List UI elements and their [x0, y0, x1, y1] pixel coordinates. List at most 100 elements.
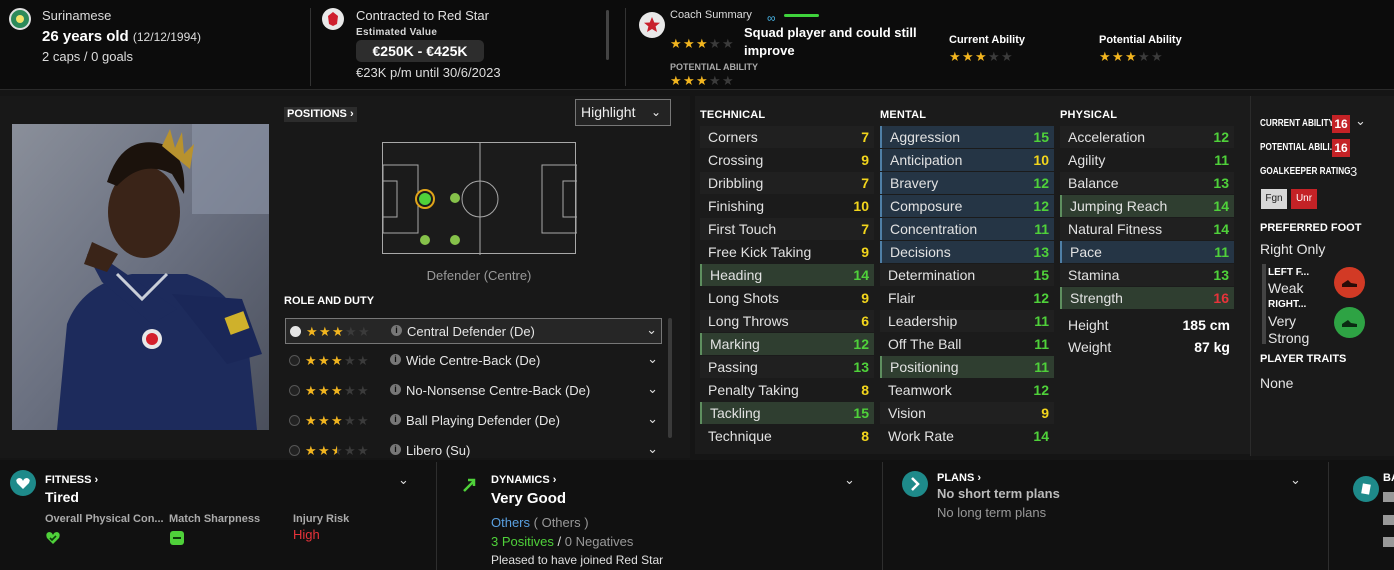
attribute-name: First Touch	[708, 221, 777, 237]
attribute-row-technical[interactable]: Technique 8	[700, 425, 874, 447]
position-dm-marker[interactable]	[450, 193, 460, 203]
attribute-row-mental[interactable]: Concentration 11	[880, 218, 1054, 240]
attribute-row-mental[interactable]: Work Rate 14	[880, 425, 1054, 447]
position-name: Defender (Centre)	[426, 268, 532, 283]
info-icon[interactable]: i	[391, 325, 402, 336]
info-icon[interactable]: i	[390, 444, 401, 455]
foreign-toggle-button[interactable]: Fgn	[1261, 189, 1287, 209]
chevron-down-icon[interactable]: ⌄	[1355, 113, 1366, 129]
attribute-value: 11	[1034, 221, 1049, 237]
attribute-row-technical[interactable]: Passing 13	[700, 356, 874, 378]
role-radio[interactable]	[289, 385, 300, 396]
position-dr-marker[interactable]	[420, 235, 430, 245]
attribute-row-technical[interactable]: Dribbling 7	[700, 172, 874, 194]
attribute-row-mental[interactable]: Leadership 11	[880, 310, 1054, 332]
plans-title[interactable]: PLANS ›	[937, 472, 981, 484]
attribute-value: 11	[1214, 244, 1229, 260]
chevron-down-icon[interactable]: ⌄	[647, 351, 658, 367]
role-row[interactable]: ★ ★ ★ ★ ★ i Central Defender (De) ⌄	[285, 318, 662, 344]
attribute-row-mental[interactable]: Vision 9	[880, 402, 1054, 424]
attribute-value: 13	[1033, 244, 1049, 260]
natural-position-dc-marker[interactable]	[415, 189, 435, 209]
attribute-row-mental[interactable]: Composure 12	[880, 195, 1054, 217]
attribute-row-technical[interactable]: Penalty Taking 8	[700, 379, 874, 401]
attribute-row-physical[interactable]: Acceleration 12	[1060, 126, 1234, 148]
info-icon[interactable]: i	[390, 384, 401, 395]
positives-link[interactable]: 3 Positives	[491, 534, 554, 549]
attribute-name: Aggression	[890, 129, 961, 145]
position-wbr-marker[interactable]	[450, 235, 460, 245]
highlight-dropdown[interactable]: Highlight ⌄	[575, 99, 671, 126]
attribute-name: Off The Ball	[888, 336, 962, 352]
attribute-row-technical[interactable]: Heading 14	[700, 264, 874, 286]
attribute-row-mental[interactable]: Aggression 15	[880, 126, 1054, 148]
attribute-name: Work Rate	[888, 428, 954, 444]
role-radio[interactable]	[289, 415, 300, 426]
others-link[interactable]: Others	[491, 515, 530, 530]
role-row[interactable]: ★ ★ ★ ★ ★ i Ball Playing Defender (De) ⌄	[285, 408, 662, 434]
attribute-row-technical[interactable]: Long Throws 6	[700, 310, 874, 332]
star-icon: ★	[332, 324, 344, 339]
fitness-title[interactable]: FITNESS ›	[45, 474, 98, 486]
star-icon: ★	[344, 413, 356, 428]
attribute-name: Crossing	[708, 152, 764, 168]
role-radio[interactable]	[289, 355, 300, 366]
attribute-row-physical[interactable]: Pace 11	[1060, 241, 1234, 263]
attribute-row-physical[interactable]: Jumping Reach 14	[1060, 195, 1234, 217]
attribute-row-technical[interactable]: Crossing 9	[700, 149, 874, 171]
chevron-down-icon[interactable]: ⌄	[398, 472, 409, 488]
attribute-row-technical[interactable]: Finishing 10	[700, 195, 874, 217]
trend-up-icon	[462, 477, 476, 498]
role-list-scrollbar[interactable]	[668, 318, 672, 438]
chevron-down-icon[interactable]: ⌄	[647, 411, 658, 427]
attribute-name: Balance	[1068, 175, 1119, 191]
attribute-row-mental[interactable]: Positioning 11	[880, 356, 1054, 378]
current-ability-side-label: CURRENT ABILITY	[1260, 118, 1334, 129]
unregistered-toggle-button[interactable]: Unr	[1291, 189, 1317, 209]
attribute-row-technical[interactable]: Corners 7	[700, 126, 874, 148]
estimated-value-pill[interactable]: €250K - €425K	[356, 40, 484, 62]
attribute-row-mental[interactable]: Bravery 12	[880, 172, 1054, 194]
dynamics-title[interactable]: DYNAMICS ›	[491, 474, 556, 486]
role-row[interactable]: ★ ★ ★ ★ ★ i No-Nonsense Centre-Back (De) ⌄	[285, 378, 662, 404]
attribute-row-mental[interactable]: Decisions 13	[880, 241, 1054, 263]
chevron-down-icon[interactable]: ⌄	[646, 322, 657, 338]
role-radio[interactable]	[290, 326, 301, 337]
chevron-down-icon[interactable]: ⌄	[844, 472, 855, 488]
attribute-value: 8	[861, 382, 869, 398]
chevron-down-icon[interactable]: ⌄	[1290, 472, 1301, 488]
attribute-row-technical[interactable]: Marking 12	[700, 333, 874, 355]
attribute-row-mental[interactable]: Teamwork 12	[880, 379, 1054, 401]
chevron-down-icon: ⌄	[650, 105, 661, 119]
attribute-row-technical[interactable]: Long Shots 9	[700, 287, 874, 309]
half-star-icon: ★	[331, 443, 343, 458]
chevron-down-icon[interactable]: ⌄	[647, 441, 658, 457]
role-radio[interactable]	[289, 445, 300, 456]
dob-label: (12/12/1994)	[132, 30, 201, 44]
attribute-row-technical[interactable]: Free Kick Taking 9	[700, 241, 874, 263]
attribute-row-technical[interactable]: Tackling 15	[700, 402, 874, 424]
info-icon[interactable]: i	[390, 354, 401, 365]
header-scrollbar[interactable]	[606, 10, 609, 60]
attribute-name: Composure	[890, 198, 963, 214]
attribute-row-technical[interactable]: First Touch 7	[700, 218, 874, 240]
info-icon[interactable]: i	[390, 414, 401, 425]
attribute-row-physical[interactable]: Balance 13	[1060, 172, 1234, 194]
attribute-row-physical[interactable]: Strength 16	[1060, 287, 1234, 309]
positions-title[interactable]: POSITIONS ›	[284, 107, 357, 122]
attribute-name: Long Throws	[708, 313, 789, 329]
fourth-panel-title[interactable]: BA	[1383, 472, 1394, 484]
attribute-row-physical[interactable]: Agility 11	[1060, 149, 1234, 171]
attribute-row-physical[interactable]: Stamina 13	[1060, 264, 1234, 286]
binoculars-icon[interactable]: ∞	[767, 11, 776, 25]
attribute-name: Finishing	[708, 198, 765, 214]
attribute-row-mental[interactable]: Anticipation 10	[880, 149, 1054, 171]
attribute-row-mental[interactable]: Determination 15	[880, 264, 1054, 286]
nationality-label: Surinamese	[42, 8, 112, 23]
role-row[interactable]: ★ ★ ★ ★ ★ i Wide Centre-Back (De) ⌄	[285, 348, 662, 374]
attribute-row-physical[interactable]: Natural Fitness 14	[1060, 218, 1234, 240]
potential-ability-badge: 16	[1332, 139, 1350, 157]
chevron-down-icon[interactable]: ⌄	[647, 381, 658, 397]
attribute-row-mental[interactable]: Off The Ball 11	[880, 333, 1054, 355]
attribute-row-mental[interactable]: Flair 12	[880, 287, 1054, 309]
